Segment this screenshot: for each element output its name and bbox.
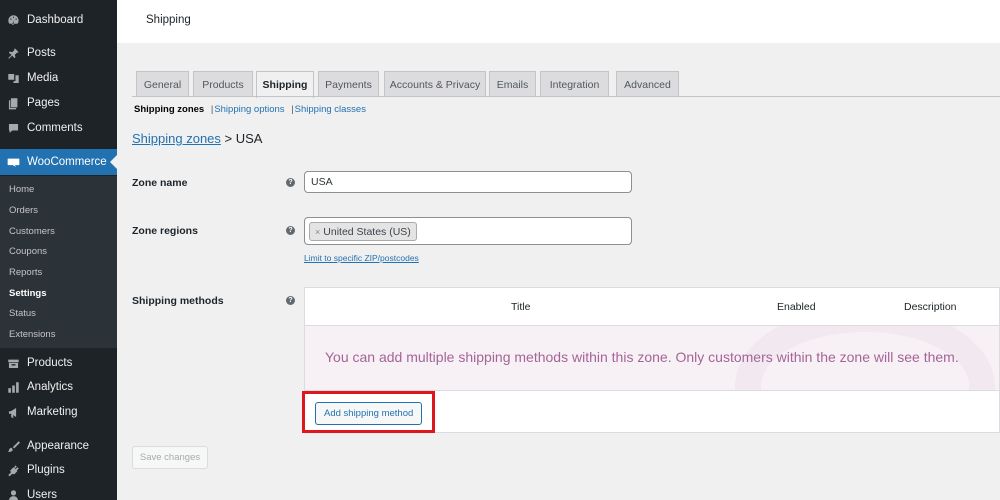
bar-chart-icon: [6, 380, 20, 394]
sidebar-item-posts[interactable]: Posts: [0, 42, 117, 64]
tab-payments[interactable]: Payments: [318, 71, 379, 97]
zone-regions-select[interactable]: × United States (US): [304, 217, 632, 245]
subnav-shipping-options[interactable]: Shipping options: [214, 104, 284, 115]
zone-name-input[interactable]: USA: [304, 171, 632, 193]
breadcrumb: Shipping zones > USA: [132, 131, 262, 146]
sidebar-item-label: Analytics: [27, 381, 74, 393]
highlight-box: [302, 391, 435, 433]
help-icon[interactable]: ?: [286, 226, 295, 235]
save-changes-button[interactable]: Save changes: [132, 446, 208, 469]
comment-icon: [6, 121, 20, 135]
submenu-item-settings[interactable]: Settings: [9, 288, 46, 299]
subnav-shipping-zones[interactable]: Shipping zones: [134, 104, 204, 115]
woo-icon: [6, 155, 20, 169]
sidebar-item-plugins[interactable]: Plugins: [0, 459, 117, 481]
sidebar-item-products[interactable]: Products: [0, 352, 117, 374]
help-icon[interactable]: ?: [286, 178, 295, 187]
tab-advanced[interactable]: Advanced: [616, 71, 679, 97]
zone-name-label: Zone name: [132, 177, 188, 189]
submenu-item-status[interactable]: Status: [9, 308, 36, 319]
tab-shipping[interactable]: Shipping: [256, 71, 314, 98]
sidebar-item-label: WooCommerce: [27, 156, 107, 168]
megaphone-icon: [6, 405, 20, 419]
sidebar-item-users[interactable]: Users: [0, 484, 117, 500]
pages-icon: [6, 96, 20, 110]
sidebar-item-media[interactable]: Media: [0, 67, 117, 89]
sidebar-item-label: Products: [27, 357, 73, 369]
column-enabled: Enabled: [777, 301, 816, 313]
tab-emails[interactable]: Emails: [489, 71, 536, 97]
sidebar-item-label: Appearance: [27, 440, 90, 452]
sidebar-item-label: Posts: [27, 47, 56, 59]
breadcrumb-current: > USA: [220, 131, 263, 146]
remove-chip-icon[interactable]: ×: [315, 227, 320, 237]
user-icon: [6, 488, 20, 500]
subnav-separator: |: [210, 104, 214, 115]
sidebar-item-label: Pages: [27, 97, 60, 109]
shipping-subnav: Shipping zones |Shipping options |Shippi…: [134, 104, 366, 115]
sidebar-item-appearance[interactable]: Appearance: [0, 435, 117, 457]
tab-accounts-privacy[interactable]: Accounts & Privacy: [384, 71, 486, 97]
tabs-divider: [132, 96, 1000, 97]
submenu-item-home[interactable]: Home: [9, 184, 34, 195]
woocommerce-submenu: Home Orders Customers Coupons Reports Se…: [0, 176, 117, 348]
sidebar-item-label: Marketing: [27, 406, 78, 418]
empty-state-message: You can add multiple shipping methods wi…: [325, 349, 959, 365]
sidebar-item-label: Users: [27, 489, 58, 500]
subnav-shipping-classes[interactable]: Shipping classes: [295, 104, 366, 115]
subnav-separator: |: [291, 104, 294, 115]
limit-postcodes-link[interactable]: Limit to specific ZIP/postcodes: [304, 253, 419, 263]
archive-icon: [6, 356, 20, 370]
tab-general[interactable]: General: [136, 71, 189, 97]
submenu-item-customers[interactable]: Customers: [9, 226, 55, 237]
shipping-methods-label: Shipping methods: [132, 295, 224, 307]
empty-state: You can add multiple shipping methods wi…: [305, 326, 999, 391]
page-title: Shipping: [146, 14, 191, 26]
media-icon: [6, 71, 20, 85]
region-chip: × United States (US): [309, 222, 417, 241]
sidebar-item-dashboard[interactable]: Dashboard: [0, 9, 117, 31]
sidebar-item-label: Media: [27, 72, 59, 84]
help-icon[interactable]: ?: [286, 296, 295, 305]
page-header: Shipping: [117, 0, 1000, 43]
region-chip-label: United States (US): [323, 225, 411, 238]
submenu-item-orders[interactable]: Orders: [9, 205, 38, 216]
zone-regions-label: Zone regions: [132, 225, 198, 237]
column-title: Title: [511, 301, 531, 313]
submenu-item-extensions[interactable]: Extensions: [9, 329, 55, 340]
breadcrumb-shipping-zones-link[interactable]: Shipping zones: [132, 131, 221, 146]
column-description: Description: [904, 301, 957, 313]
dashboard-icon: [6, 13, 20, 27]
tab-integration[interactable]: Integration: [540, 71, 609, 97]
sidebar-item-analytics[interactable]: Analytics: [0, 376, 117, 398]
sidebar-item-pages[interactable]: Pages: [0, 92, 117, 114]
plug-icon: [6, 463, 20, 477]
sidebar-item-woocommerce[interactable]: WooCommerce: [0, 149, 117, 175]
admin-sidebar: Dashboard Posts Media Pages Comments Woo…: [0, 0, 117, 500]
sidebar-item-label: Dashboard: [27, 14, 84, 26]
sidebar-item-label: Plugins: [27, 464, 65, 476]
submenu-item-coupons[interactable]: Coupons: [9, 246, 47, 257]
pin-icon: [6, 46, 20, 60]
submenu-item-reports[interactable]: Reports: [9, 267, 42, 278]
sidebar-item-comments[interactable]: Comments: [0, 117, 117, 139]
tab-products[interactable]: Products: [193, 71, 253, 97]
table-header: Title Enabled Description: [305, 288, 999, 326]
sidebar-item-marketing[interactable]: Marketing: [0, 401, 117, 423]
sidebar-item-label: Comments: [27, 122, 83, 134]
brush-icon: [6, 439, 20, 453]
